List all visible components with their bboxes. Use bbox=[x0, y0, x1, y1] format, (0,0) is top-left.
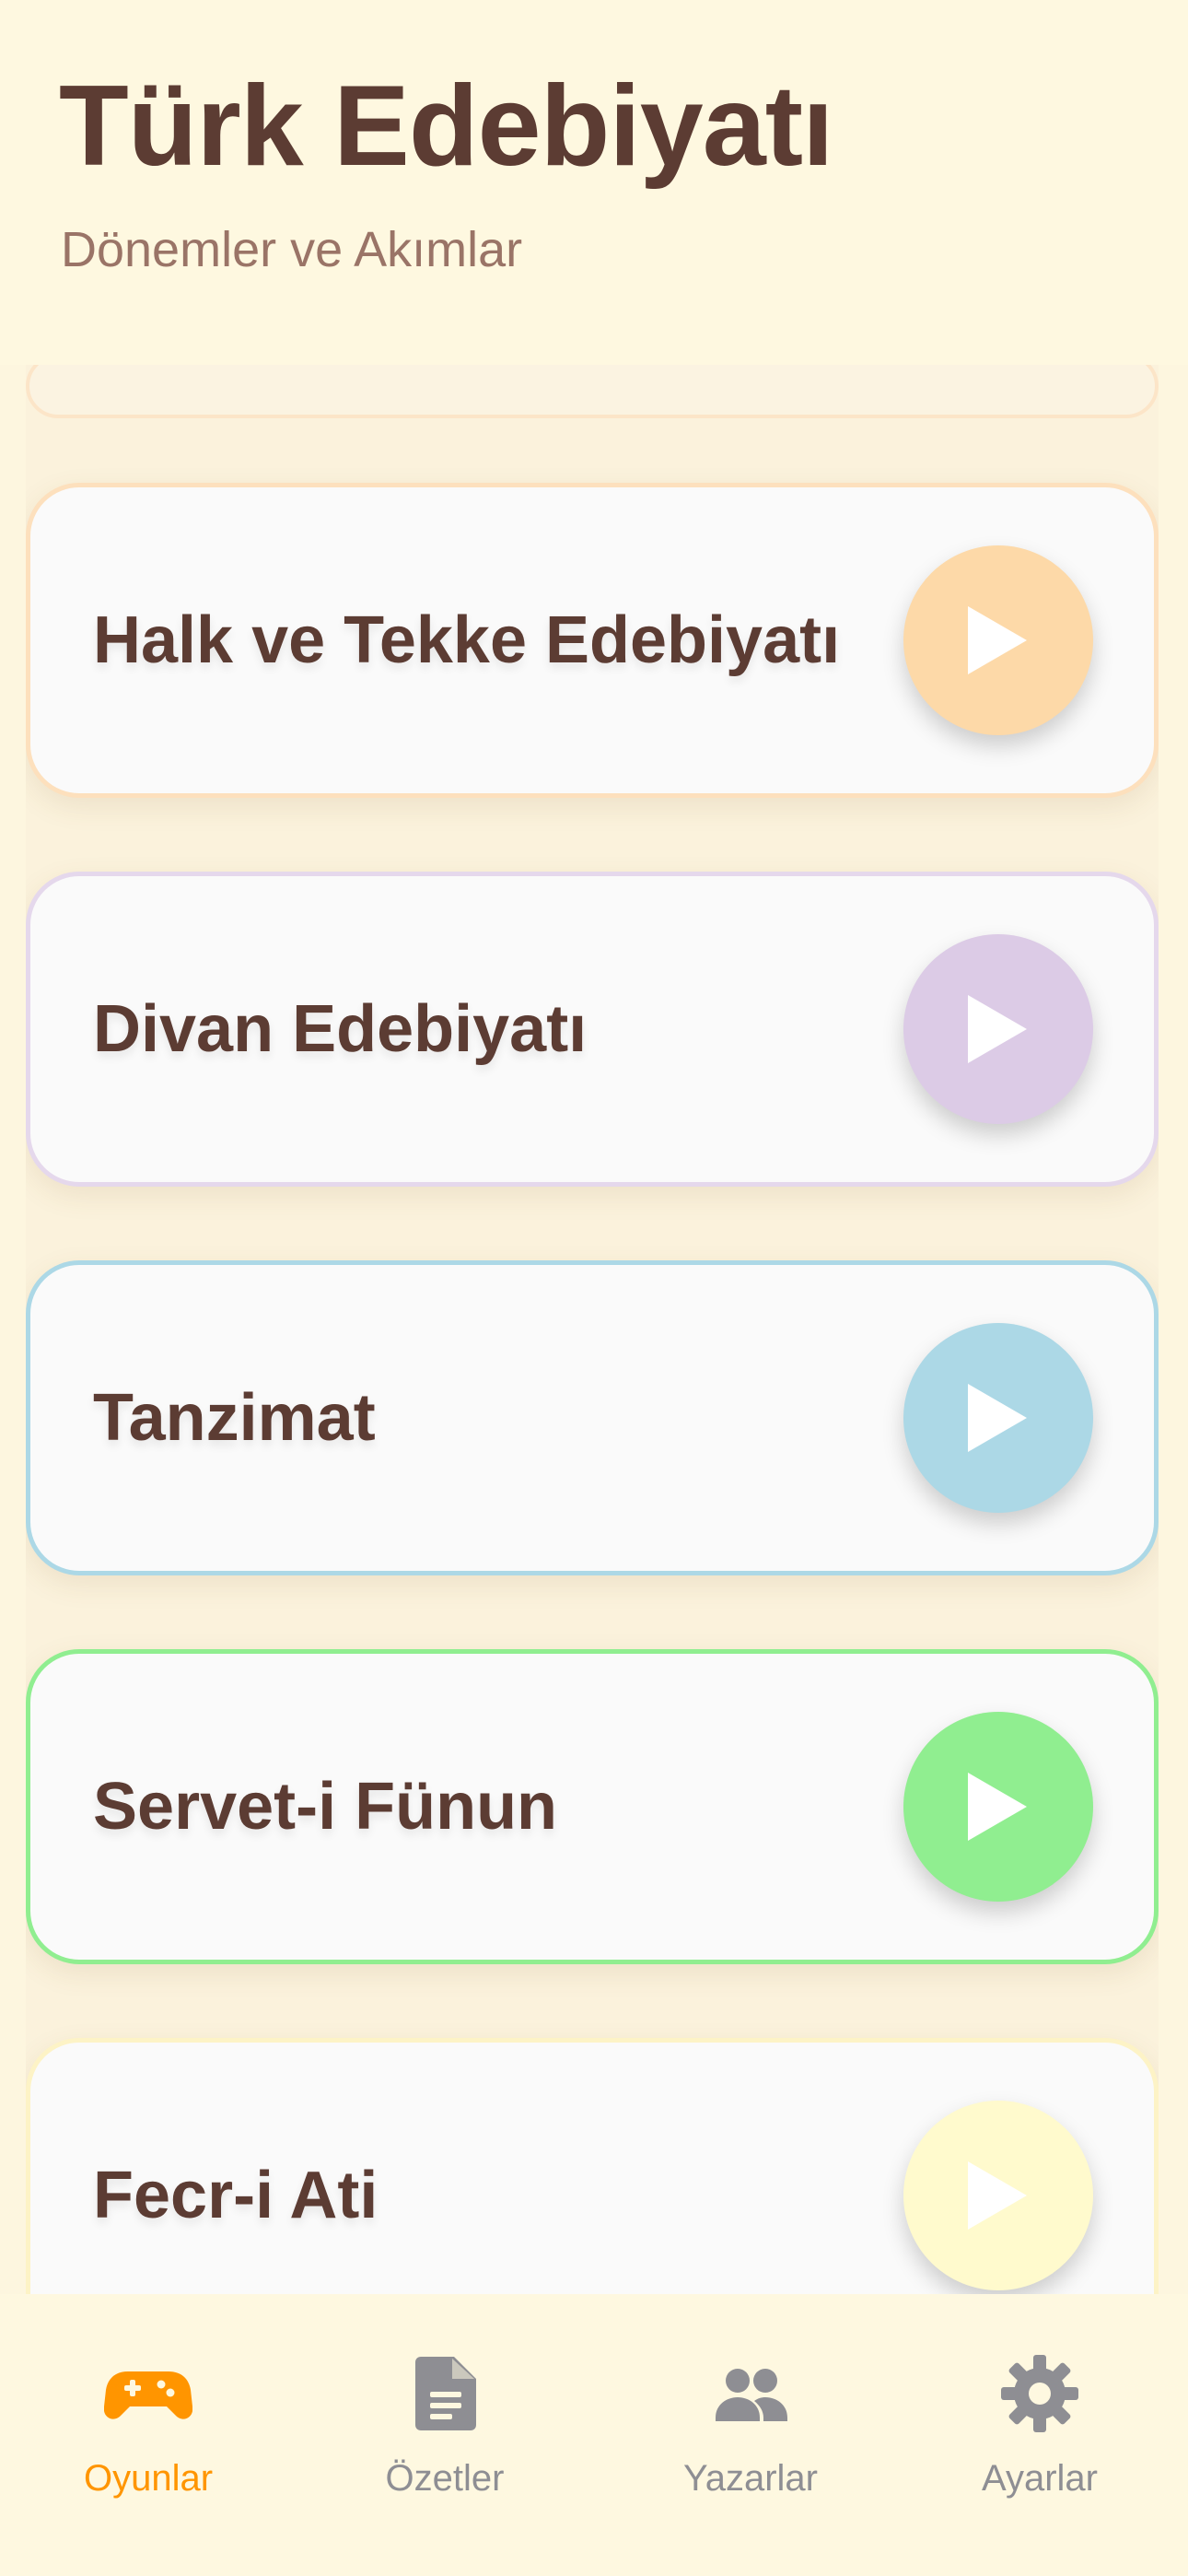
play-button[interactable] bbox=[903, 934, 1093, 1124]
period-card-tanzimat[interactable]: Tanzimat bbox=[26, 1260, 1159, 1575]
tab-yazarlar[interactable]: Yazarlar bbox=[602, 2294, 899, 2576]
play-icon bbox=[968, 995, 1027, 1063]
card-title: Fecr-i Ati bbox=[93, 2159, 379, 2232]
page-subtitle: Dönemler ve Akımlar bbox=[61, 222, 523, 277]
tab-oyunlar[interactable]: Oyunlar bbox=[0, 2294, 297, 2576]
gamepad-icon bbox=[104, 2371, 192, 2419]
play-icon bbox=[968, 606, 1027, 674]
tab-label: Yazarlar bbox=[683, 2458, 818, 2499]
play-button[interactable] bbox=[903, 1712, 1093, 1902]
play-button[interactable] bbox=[903, 2101, 1093, 2290]
play-icon bbox=[968, 2161, 1027, 2230]
tab-label: Oyunlar bbox=[83, 2458, 214, 2499]
tab-label: Özetler bbox=[385, 2458, 505, 2499]
play-button[interactable] bbox=[903, 545, 1093, 735]
card-title: Servet-i Fünun bbox=[93, 1770, 558, 1844]
card-title: Divan Edebiyatı bbox=[93, 992, 588, 1066]
period-card-divan[interactable]: Divan Edebiyatı bbox=[26, 872, 1159, 1187]
play-icon bbox=[968, 1773, 1027, 1841]
tab-ozetler[interactable]: Özetler bbox=[297, 2294, 593, 2576]
people-icon bbox=[716, 2369, 787, 2421]
play-button[interactable] bbox=[903, 1323, 1093, 1513]
document-icon bbox=[415, 2357, 476, 2430]
gear-icon bbox=[1001, 2355, 1078, 2432]
card-title: Halk ve Tekke Edebiyatı bbox=[93, 603, 841, 677]
scrolled-card-edge bbox=[26, 365, 1159, 418]
tab-bar: Oyunlar Özetler Yazarlar Ayarlar bbox=[0, 2294, 1188, 2576]
tab-ayarlar[interactable]: Ayarlar bbox=[891, 2294, 1188, 2576]
period-card-servet-i-funun[interactable]: Servet-i Fünun bbox=[26, 1649, 1159, 1964]
period-list[interactable]: Halk ve Tekke Edebiyatı Divan Edebiyatı … bbox=[26, 365, 1159, 2294]
period-card-fecr-i-ati[interactable]: Fecr-i Ati bbox=[26, 2038, 1159, 2294]
header: Türk Edebiyatı Dönemler ve Akımlar bbox=[0, 0, 1188, 365]
tab-label: Ayarlar bbox=[982, 2458, 1098, 2499]
page-title: Türk Edebiyatı bbox=[59, 63, 833, 190]
period-card-halk-tekke[interactable]: Halk ve Tekke Edebiyatı bbox=[26, 483, 1159, 798]
card-title: Tanzimat bbox=[93, 1381, 376, 1455]
play-icon bbox=[968, 1384, 1027, 1452]
